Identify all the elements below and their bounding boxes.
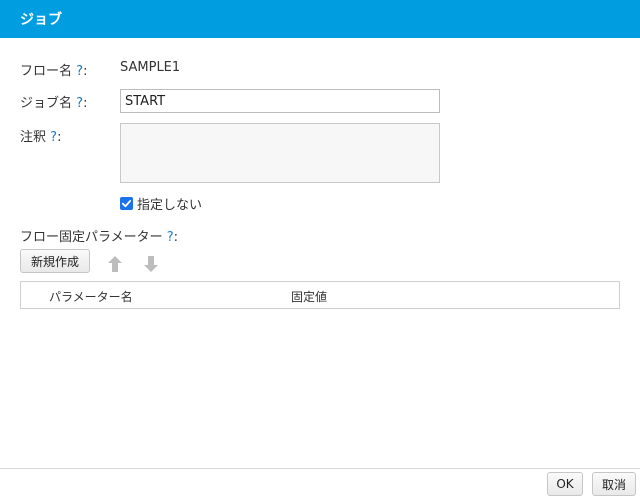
note-label: 注釈 <box>20 130 47 145</box>
params-label-row: フロー固定パラメーター ?: <box>20 230 179 245</box>
params-help-icon[interactable]: ? <box>167 230 174 245</box>
unspecified-checkbox-row[interactable]: 指定しない <box>120 195 203 213</box>
unspecified-checkbox[interactable] <box>120 196 133 210</box>
job-name-label: ジョブ名 <box>20 96 73 111</box>
params-section-label: フロー固定パラメーター <box>20 230 163 245</box>
note-help-icon[interactable]: ? <box>50 130 57 145</box>
job-name-input[interactable] <box>120 89 440 113</box>
footer-divider <box>0 468 640 469</box>
check-icon <box>121 199 132 207</box>
column-header-parameter-name[interactable]: パラメーター名 <box>49 288 133 305</box>
dialog-title: ジョブ <box>20 12 62 28</box>
unspecified-label: 指定しない <box>137 197 203 213</box>
flow-name-label-row: フロー名 ?: <box>20 64 88 79</box>
note-textarea[interactable] <box>120 123 440 183</box>
flow-name-value: SAMPLE1 <box>120 60 181 75</box>
job-name-help-icon[interactable]: ? <box>76 96 83 111</box>
move-down-arrow-icon[interactable] <box>142 255 160 273</box>
new-parameter-button[interactable]: 新規作成 <box>20 249 90 273</box>
flow-name-label: フロー名 <box>20 64 73 79</box>
flow-name-help-icon[interactable]: ? <box>76 64 83 79</box>
parameter-table: パラメーター名 固定値 <box>20 281 620 309</box>
cancel-button[interactable]: 取消 <box>592 472 636 496</box>
ok-button[interactable]: OK <box>547 472 583 496</box>
dialog-titlebar: ジョブ <box>0 0 640 38</box>
move-up-arrow-icon[interactable] <box>106 255 124 273</box>
job-name-label-row: ジョブ名 ?: <box>20 96 88 111</box>
note-label-row: 注釈 ?: <box>20 130 62 145</box>
column-header-fixed-value[interactable]: 固定値 <box>291 288 327 305</box>
